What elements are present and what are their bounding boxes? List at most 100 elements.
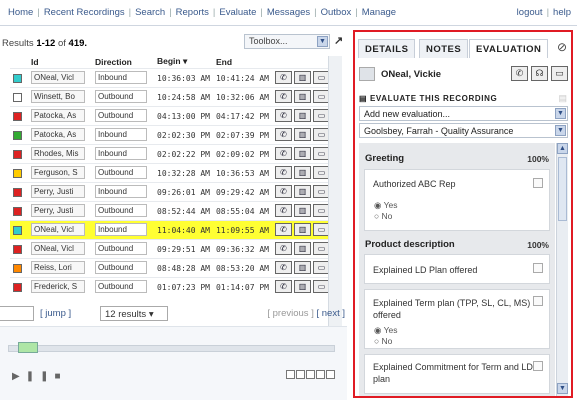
phone-icon[interactable]: ✆	[274, 166, 292, 179]
table-row[interactable]: Winsett, Bo Outbound 10:24:58 AM 10:32:06 A…	[10, 86, 335, 106]
question-checkbox[interactable]	[533, 361, 543, 371]
media-icon[interactable]: ▥	[293, 128, 311, 141]
evaluator-select[interactable]: Goolsbey, Farrah - Quality Assurance ▼	[359, 123, 568, 138]
previous-link[interactable]: [ previous ]	[267, 308, 313, 319]
phone-icon[interactable]: ✆	[274, 147, 292, 160]
table-row[interactable]: Perry, Justi Inbound 09:26:01 AM 09:29:42 A…	[10, 181, 335, 201]
play-icon[interactable]: ▶	[12, 371, 26, 382]
phone-icon[interactable]: ✆	[511, 66, 528, 81]
playback-track[interactable]	[8, 345, 335, 352]
row-color-checkbox[interactable]	[13, 111, 22, 121]
table-row[interactable]: ONeal, Vicl Outbound 09:29:51 AM 09:36:32 A…	[10, 238, 335, 258]
volume-step[interactable]	[286, 370, 295, 379]
next-link[interactable]: [ next ]	[316, 308, 345, 319]
volume-step[interactable]	[296, 370, 305, 379]
table-row[interactable]: Reiss, Lori Outbound 08:48:28 AM 08:53:20 A…	[10, 257, 335, 277]
volume-step[interactable]	[306, 370, 315, 379]
table-row[interactable]: Rhodes, Mis Inbound 02:02:22 PM 02:09:02 PM…	[10, 143, 335, 163]
table-row[interactable]: Ferguson, S Outbound 10:32:28 AM 10:36:53 A…	[10, 162, 335, 182]
results-per-page-select[interactable]: 12 results ▾	[100, 306, 168, 321]
phone-icon[interactable]: ✆	[274, 261, 292, 274]
jump-input[interactable]	[0, 306, 34, 321]
row-color-checkbox[interactable]	[13, 263, 22, 273]
row-color-checkbox[interactable]	[13, 206, 22, 216]
nav-search[interactable]: Search	[135, 7, 165, 18]
pause-icon[interactable]: ❚❚	[26, 371, 55, 382]
media-icon[interactable]: ▥	[293, 71, 311, 84]
help-link[interactable]: help	[553, 7, 571, 18]
media-icon[interactable]: ▥	[293, 204, 311, 217]
add-evaluation-select[interactable]: Add new evaluation... ▼	[359, 106, 568, 121]
tab-details[interactable]: DETAILS	[358, 39, 416, 58]
scroll-up-icon[interactable]: ▲	[557, 143, 568, 154]
row-color-checkbox[interactable]	[13, 130, 22, 140]
row-color-checkbox[interactable]	[13, 187, 22, 197]
media-icon[interactable]: ▥	[293, 109, 311, 122]
media-icon[interactable]: ▥	[293, 280, 311, 294]
media-icon[interactable]: ▥	[293, 223, 311, 236]
scroll-down-icon[interactable]: ▼	[557, 383, 568, 394]
question-checkbox[interactable]	[533, 296, 543, 306]
volume-step[interactable]	[326, 370, 335, 379]
tab-notes[interactable]: NOTES	[419, 39, 469, 58]
radio-no[interactable]: ○ No	[374, 336, 392, 346]
nav-home[interactable]: Home	[8, 7, 33, 18]
nav-reports[interactable]: Reports	[176, 7, 209, 18]
row-color-checkbox[interactable]	[13, 225, 22, 235]
media-icon[interactable]: ▥	[293, 90, 311, 103]
nav-messages[interactable]: Messages	[267, 7, 310, 18]
collapse-icon[interactable]: ▤	[558, 93, 567, 104]
phone-icon[interactable]: ✆	[274, 280, 292, 294]
playback-thumb[interactable]	[17, 342, 38, 353]
paperclip-icon[interactable]: ⊘	[557, 40, 567, 54]
question-checkbox[interactable]	[533, 263, 543, 273]
radio-yes[interactable]: ◉ Yes	[374, 325, 398, 336]
phone-icon[interactable]: ✆	[274, 71, 292, 84]
row-color-checkbox[interactable]	[13, 282, 22, 292]
table-row[interactable]: ONeal, Vicl Inbound 10:36:03 AM 10:41:24 AM…	[10, 67, 335, 87]
row-color-checkbox[interactable]	[13, 149, 22, 159]
results-scrollbar[interactable]	[328, 56, 342, 326]
phone-icon[interactable]: ✆	[274, 242, 292, 255]
screen-icon[interactable]: ▭	[551, 66, 568, 81]
radio-yes[interactable]: ◉ Yes	[374, 200, 398, 211]
radio-no[interactable]: ○ No	[374, 211, 392, 221]
volume-step[interactable]	[316, 370, 325, 379]
row-color-checkbox[interactable]	[13, 92, 22, 102]
row-color-checkbox[interactable]	[13, 244, 22, 254]
row-color-checkbox[interactable]	[13, 73, 22, 83]
table-row[interactable]: Patocka, As Inbound 02:02:30 PM 02:07:39 PM…	[10, 124, 335, 144]
column-begin[interactable]: Begin ▾	[154, 56, 213, 68]
media-icon[interactable]: ▥	[293, 242, 311, 255]
nav-evaluate[interactable]: Evaluate	[219, 7, 256, 18]
volume-control[interactable]	[286, 370, 336, 381]
phone-icon[interactable]: ✆	[274, 90, 292, 103]
phone-icon[interactable]: ✆	[274, 109, 292, 122]
column-direction[interactable]: Direction	[92, 56, 154, 68]
phone-icon[interactable]: ✆	[274, 185, 292, 198]
tab-evaluation[interactable]: EVALUATION	[469, 39, 549, 58]
row-color-checkbox[interactable]	[13, 168, 22, 178]
stop-icon[interactable]: ■	[54, 371, 66, 382]
media-icon[interactable]: ▥	[293, 166, 311, 179]
scroll-thumb[interactable]	[558, 157, 567, 221]
toolbox-select[interactable]: Toolbox... ▼	[244, 34, 330, 49]
headset-icon[interactable]: ☊	[531, 66, 548, 81]
table-row[interactable]: ONeal, Vicl Inbound 11:04:40 AM 11:09:55 AM…	[10, 219, 335, 239]
phone-icon[interactable]: ✆	[274, 204, 292, 217]
media-icon[interactable]: ▥	[293, 147, 311, 160]
expand-icon[interactable]: ↗	[334, 34, 343, 47]
phone-icon[interactable]: ✆	[274, 128, 292, 141]
form-scrollbar[interactable]: ▲ ▼	[556, 143, 568, 396]
table-row[interactable]: Perry, Justi Outbound 08:52:44 AM 08:55:04 …	[10, 200, 335, 220]
nav-manage[interactable]: Manage	[362, 7, 396, 18]
column-id[interactable]: Id	[28, 56, 92, 68]
jump-link[interactable]: [ jump ]	[40, 308, 71, 319]
table-row[interactable]: Patocka, As Outbound 04:13:00 PM 04:17:42 P…	[10, 105, 335, 125]
nav-recent-recordings[interactable]: Recent Recordings	[44, 7, 125, 18]
phone-icon[interactable]: ✆	[274, 223, 292, 236]
media-icon[interactable]: ▥	[293, 261, 311, 274]
logout-link[interactable]: logout	[517, 7, 543, 18]
column-end[interactable]: End	[213, 56, 272, 68]
question-checkbox[interactable]	[533, 178, 543, 188]
